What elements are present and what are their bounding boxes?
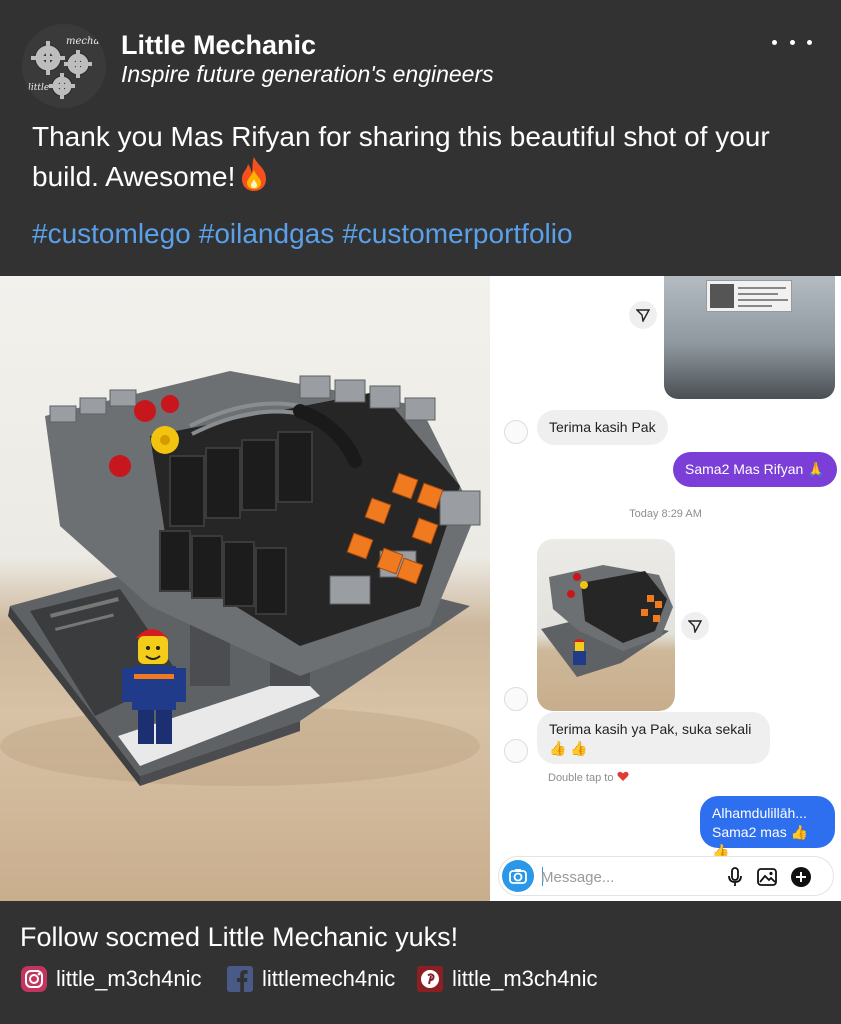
post-header: mechanic little Little Mechanic Inspire … [0,0,841,276]
logo-text: little [28,83,49,93]
message-text: Alhamdulillāh... [712,805,807,821]
hint-text: Double tap to [548,772,614,784]
follow-text: Follow socmed Little Mechanic yuks! [20,922,459,952]
send-icon[interactable] [629,301,657,329]
box-label [706,280,792,312]
chat-screenshot: Terima kasih Pak Sama2 Mas Rifyan 🙏 Toda… [490,276,841,901]
post-footer: Follow socmed Little Mechanic yuks! litt… [0,901,841,1024]
pinterest-icon [416,965,444,993]
message-bubble-in: Terima kasih ya Pak, suka sekali 👍 👍 [537,712,770,764]
sender-avatar[interactable] [504,420,528,444]
post-caption: Thank you Mas Rifyan for sharing this be… [32,118,792,196]
fire-emoji-icon [242,157,267,191]
heart-icon [616,771,629,781]
brand-name[interactable]: Little Mechanic [121,30,316,61]
message-bubble-out: Alhamdulillāh... Sama2 mas 👍👍 [700,796,835,859]
pinterest-handle: little_m3ch4nic [452,966,598,991]
shared-photo-box[interactable] [664,276,835,399]
facebook-link[interactable]: littlemech4nic [226,964,395,994]
message-bubble-out: Sama2 Mas Rifyan 🙏 [673,452,837,487]
message-emoji: 👍 👍 [549,740,588,756]
message-bubble-in: Terima kasih Pak [537,410,668,445]
lego-engine-photo[interactable] [0,276,490,901]
caption-text: Thank you Mas Rifyan for sharing this be… [32,121,770,192]
facebook-handle: littlemech4nic [262,966,396,991]
send-icon[interactable] [681,612,709,640]
instagram-icon [20,965,48,993]
hashtag-link[interactable]: #customerportfolio [342,218,572,249]
hashtag-link[interactable]: #customlego [32,218,191,249]
instagram-link[interactable]: little_m3ch4nic [20,964,202,994]
brand-avatar[interactable]: mechanic little [22,24,106,108]
brand-tagline: Inspire future generation's engineers [121,61,494,87]
gear-logo-icon: mechanic little [22,24,106,108]
message-composer [498,856,834,896]
lego-engine-illustration [0,371,481,786]
add-icon[interactable] [789,865,813,889]
gallery-icon[interactable] [755,865,779,889]
facebook-icon [226,965,254,993]
chat-timestamp: Today 8:29 AM [629,508,702,520]
sender-avatar[interactable] [504,687,528,711]
double-tap-hint: Double tap to [548,771,629,784]
message-text: Terima kasih ya Pak, suka sekali [549,721,752,737]
instagram-handle: little_m3ch4nic [56,966,202,991]
message-input[interactable] [541,866,711,888]
lego-engine-thumbnail [541,565,673,677]
pinterest-link[interactable]: little_m3ch4nic [416,964,598,994]
more-options-icon[interactable] [772,40,812,50]
camera-icon[interactable] [502,860,534,892]
hashtag-list: #customlego #oilandgas #customerportfolio [32,218,581,250]
chat-shared-photo[interactable] [537,539,675,711]
sender-avatar[interactable] [504,739,528,763]
logo-text: mechanic [66,36,106,47]
hashtag-link[interactable]: #oilandgas [199,218,334,249]
microphone-icon[interactable] [723,865,747,889]
